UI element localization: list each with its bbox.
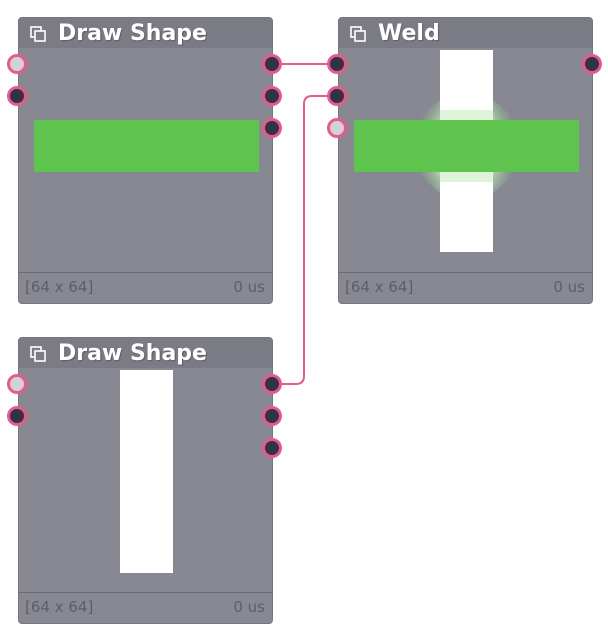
output-port[interactable] [262,118,282,138]
node-footer: [64 x 64] 0 us [339,272,592,303]
node-size-label: [64 x 64] [25,598,94,616]
output-port[interactable] [262,86,282,106]
output-port[interactable] [262,54,282,74]
node-preview-image [34,120,259,172]
input-port[interactable] [327,118,347,138]
output-port[interactable] [262,438,282,458]
weld-node[interactable]: Weld [64 x 64] 0 us [338,17,593,304]
node-time-label: 0 us [553,278,585,296]
node-footer: [64 x 64] 0 us [19,592,272,623]
input-port[interactable] [7,406,27,426]
input-port[interactable] [7,374,27,394]
input-port[interactable] [7,86,27,106]
green-bar-shape [354,120,579,172]
input-port[interactable] [327,54,347,74]
node-header[interactable]: Draw Shape [19,338,272,368]
node-title: Draw Shape [58,341,207,366]
node-time-label: 0 us [233,278,265,296]
draw-shape-node-2[interactable]: Draw Shape [64 x 64] 0 us [18,337,273,624]
draw-shape-node-1[interactable]: Draw Shape [64 x 64] 0 us [18,17,273,304]
white-bar-shape [120,370,173,573]
node-title: Weld [378,21,440,46]
wire-shape2-to-weld [272,95,337,385]
output-port[interactable] [262,406,282,426]
node-size-label: [64 x 64] [345,278,414,296]
node-header[interactable]: Draw Shape [19,18,272,48]
node-size-label: [64 x 64] [25,278,94,296]
green-bar-shape [34,120,259,172]
node-preview-image [354,50,579,252]
copy-layers-icon [350,26,366,42]
output-port[interactable] [262,374,282,394]
node-title: Draw Shape [58,21,207,46]
copy-layers-icon [30,346,46,362]
input-port[interactable] [327,86,347,106]
copy-layers-icon [30,26,46,42]
node-footer: [64 x 64] 0 us [19,272,272,303]
output-port[interactable] [582,54,602,74]
node-header[interactable]: Weld [339,18,592,48]
input-port[interactable] [7,54,27,74]
node-time-label: 0 us [233,598,265,616]
node-preview-image [120,370,173,573]
